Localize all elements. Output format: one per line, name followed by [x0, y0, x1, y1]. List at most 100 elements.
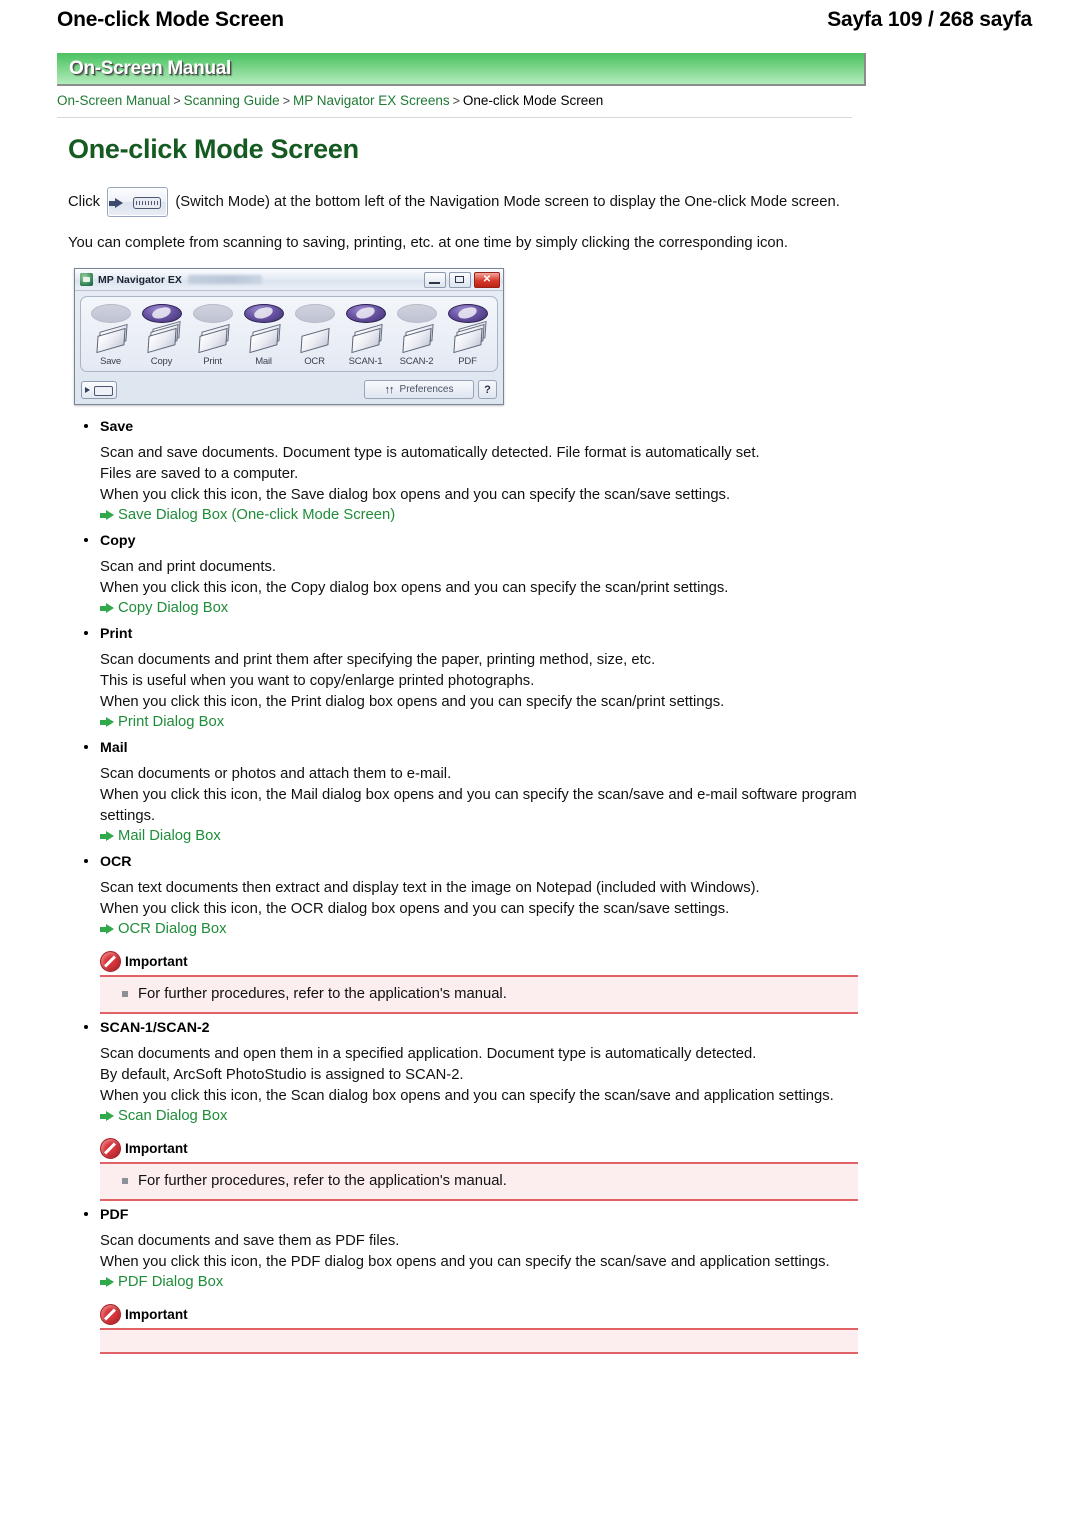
section-heading-text: Mail [100, 740, 128, 756]
doc-link-row[interactable]: Save Dialog Box (One-click Mode Screen) [100, 507, 858, 523]
mpnav-icon-mail[interactable]: Mail [239, 304, 289, 367]
print-oval-icon [192, 304, 233, 323]
prohibition-icon [100, 951, 121, 972]
body-line: When you click this icon, the OCR dialog… [100, 901, 730, 917]
section-copy: Copy Scan and print documents. When you … [68, 533, 858, 616]
page-title: One-click Mode Screen [68, 134, 359, 164]
doc-link-row[interactable]: PDF Dialog Box [100, 1274, 858, 1290]
help-button[interactable]: ? [478, 380, 497, 399]
intro-click-word: Click [68, 194, 101, 210]
prohibition-icon [100, 1138, 121, 1159]
mp-navigator-app-icon [80, 273, 93, 286]
section-body-print: Scan documents and print them after spec… [100, 650, 858, 730]
mail-glyph-icon [247, 323, 281, 354]
prohibition-icon [100, 1304, 121, 1325]
copy-oval-icon [141, 304, 182, 323]
important-item: For further procedures, refer to the app… [100, 1171, 858, 1191]
maximize-icon[interactable] [449, 271, 471, 288]
ocr-glyph-icon [298, 325, 332, 354]
section-heading-text: PDF [100, 1207, 129, 1223]
mpnav-icon-print[interactable]: Print [188, 304, 238, 367]
redacted-title-text [187, 275, 262, 284]
close-icon[interactable]: ✕ [474, 271, 500, 288]
mpnav-window-title: MP Navigator EX [98, 273, 182, 286]
body-line: When you click this icon, the Copy dialo… [100, 580, 729, 596]
important-label: Important [125, 1141, 188, 1156]
important-header: Important [100, 951, 858, 972]
doc-link-row[interactable]: Print Dialog Box [100, 714, 858, 730]
section-heading-pdf: PDF [84, 1207, 858, 1223]
doc-link-row[interactable]: Mail Dialog Box [100, 828, 858, 844]
mpnav-icon-scan2[interactable]: SCAN-2 [392, 304, 442, 367]
section-heading-text: Print [100, 626, 133, 642]
save-dialog-box-link[interactable]: Save Dialog Box (One-click Mode Screen) [118, 507, 395, 523]
section-body-copy: Scan and print documents. When you click… [100, 557, 858, 616]
banner-title: On-Screen Manual [69, 57, 232, 79]
tools-icon: ↑↑ [384, 383, 395, 396]
important-header: Important [100, 1304, 858, 1325]
mail-dialog-box-link[interactable]: Mail Dialog Box [118, 828, 221, 844]
ocr-oval-icon [294, 304, 335, 323]
link-arrow-icon [100, 830, 114, 842]
section-heading-copy: Copy [84, 533, 858, 549]
doc-link-row[interactable]: OCR Dialog Box [100, 921, 858, 937]
breadcrumb-separator: > [282, 94, 291, 108]
mpnav-icon-pdf[interactable]: PDF [443, 304, 493, 367]
bullet-icon [84, 1025, 88, 1029]
minimize-icon[interactable] [424, 271, 446, 288]
copy-dialog-box-link[interactable]: Copy Dialog Box [118, 600, 228, 616]
copy-glyph-icon [145, 320, 181, 354]
body-line: Scan documents and print them after spec… [100, 652, 656, 668]
mpnav-icon-save[interactable]: Save [86, 304, 136, 367]
mpnav-icon-label: SCAN-1 [348, 356, 383, 367]
window-controls: ✕ [424, 271, 500, 288]
right-arrow-icon [85, 386, 90, 393]
page-number-label: Sayfa 109 / 268 sayfa [827, 8, 1032, 31]
preferences-button[interactable]: ↑↑ Preferences [364, 380, 474, 399]
mpnav-icon-label: Save [100, 356, 121, 367]
important-body [100, 1328, 858, 1354]
print-dialog-box-link[interactable]: Print Dialog Box [118, 714, 224, 730]
body-line: This is useful when you want to copy/enl… [100, 673, 535, 689]
mpnav-icon-scan1[interactable]: SCAN-1 [341, 304, 391, 367]
breadcrumb-separator: > [173, 94, 181, 108]
switch-mode-button[interactable] [81, 380, 117, 399]
body-line: When you click this icon, the PDF dialog… [100, 1254, 830, 1270]
link-arrow-icon [100, 1276, 114, 1288]
bullet-icon [84, 631, 88, 635]
mpnav-icon-label: Print [203, 356, 222, 367]
link-arrow-icon [100, 716, 114, 728]
doc-link-row[interactable]: Scan Dialog Box [100, 1108, 858, 1124]
scan1-glyph-icon [349, 323, 383, 354]
ocr-dialog-box-link[interactable]: OCR Dialog Box [118, 921, 227, 937]
important-header: Important [100, 1138, 858, 1159]
body-line: When you click this icon, the Scan dialo… [100, 1088, 834, 1104]
section-heading-ocr: OCR [84, 854, 858, 870]
scan-dialog-box-link[interactable]: Scan Dialog Box [118, 1108, 227, 1124]
important-item: For further procedures, refer to the app… [100, 984, 858, 1004]
mpnav-icon-label: SCAN-2 [399, 356, 434, 367]
pdf-glyph-icon [451, 320, 487, 354]
section-ocr: OCR Scan text documents then extract and… [68, 854, 858, 1014]
breadcrumb-item-1[interactable]: Scanning Guide [184, 93, 280, 108]
section-mail: Mail Scan documents or photos and attach… [68, 740, 858, 844]
mpnav-icon-row: Save Copy Print Mail OCR SCAN-1 SCAN-2 P… [85, 304, 493, 367]
section-heading-scan: SCAN-1/SCAN-2 [84, 1020, 858, 1036]
breadcrumb-item-0[interactable]: On-Screen Manual [57, 93, 170, 108]
mpnav-titlebar: MP Navigator EX ✕ [75, 269, 503, 291]
body-line: Scan documents or photos and attach them… [100, 766, 452, 782]
pdf-dialog-box-link[interactable]: PDF Dialog Box [118, 1274, 223, 1290]
important-item-text: For further procedures, refer to the app… [138, 1173, 507, 1189]
save-glyph-icon [94, 323, 128, 354]
mpnav-icon-ocr[interactable]: OCR [290, 304, 340, 367]
body-line: Scan and save documents. Document type i… [100, 445, 760, 461]
breadcrumb: On-Screen Manual > Scanning Guide > MP Navig… [57, 92, 852, 118]
doc-link-row[interactable]: Copy Dialog Box [100, 600, 858, 616]
breadcrumb-item-2[interactable]: MP Navigator EX Screens [293, 93, 450, 108]
important-callout-pdf: Important [100, 1304, 858, 1354]
breadcrumb-separator: > [452, 94, 460, 108]
mpnav-icon-copy[interactable]: Copy [137, 304, 187, 367]
important-item-text: For further procedures, refer to the app… [138, 986, 507, 1002]
section-heading-text: Copy [100, 533, 136, 549]
on-screen-manual-banner: On-Screen Manual [57, 53, 866, 86]
